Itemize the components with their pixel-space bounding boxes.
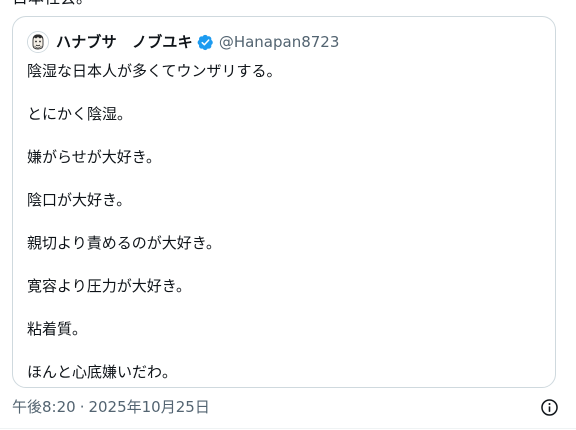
display-name[interactable]: ハナブサ ノブユキ xyxy=(56,32,193,52)
quote-line: ほんと心底嫌いだわ。 xyxy=(27,363,178,381)
avatar[interactable] xyxy=(27,31,49,53)
quote-line: とにかく陰湿。 xyxy=(27,105,133,123)
cartoon-face-avatar-icon xyxy=(28,32,48,52)
timestamp-date-link[interactable]: 2025年10月25日 xyxy=(88,397,209,417)
quoted-tweet-card[interactable]: ハナブサ ノブユキ @Hanapan8723 陰湿な日本人が多くてウンザリする。… xyxy=(12,16,556,388)
quoted-tweet-text: 陰湿な日本人が多くてウンザリする。 とにかく陰湿。 嫌がらせが大好き。 陰口が大… xyxy=(27,61,539,382)
divider xyxy=(0,428,576,429)
tweet-detail: 日本社会。 ハナブサ ノブユキ @Hanapan8723 xyxy=(0,0,576,430)
quote-line: 嫌がらせが大好き。 xyxy=(27,148,161,166)
quote-line: 陰口が大好き。 xyxy=(27,191,132,209)
quote-line: 寛容より圧力が大好き。 xyxy=(27,277,191,295)
quote-line: 親切より責めるのが大好き。 xyxy=(27,234,221,252)
quoted-tweet-header: ハナブサ ノブユキ @Hanapan8723 xyxy=(27,29,339,55)
verified-badge-icon xyxy=(197,34,213,50)
quote-line: 陰湿な日本人が多くてウンザリする。 xyxy=(27,62,282,80)
handle: @Hanapan8723 xyxy=(218,33,340,51)
meta-separator: · xyxy=(79,398,85,416)
tweet-timestamp: 午後8:20 · 2025年10月25日 xyxy=(12,397,210,417)
quote-line: 粘着質。 xyxy=(27,320,88,338)
timestamp-time-link[interactable]: 午後8:20 xyxy=(12,397,76,417)
info-circle-icon xyxy=(540,398,558,416)
tweet-text-partial: 日本社会。 xyxy=(12,0,92,8)
info-button[interactable] xyxy=(538,396,560,418)
